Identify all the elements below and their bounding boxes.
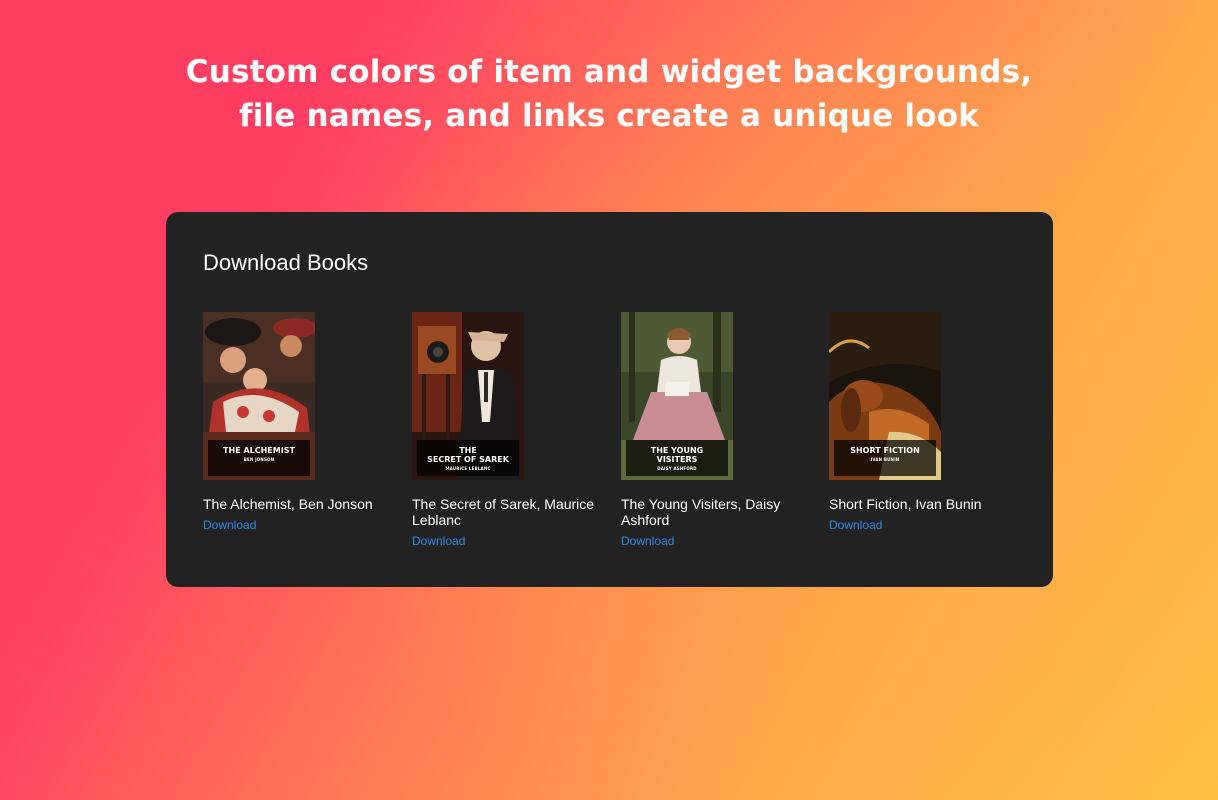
cover-title-band: THE YOUNG VISITERS DAISY ASHFORD (626, 440, 728, 476)
cover-author-text: IVAN BUNIN (870, 457, 900, 462)
cover-author-text: MAURICE LEBLANC (445, 466, 491, 471)
headline-line-2: file names, and links create a unique lo… (238, 98, 980, 134)
cover-author-text: DAISY ASHFORD (657, 466, 697, 471)
book-caption: The Secret of Sarek, Maurice Leblanc (412, 496, 595, 528)
book-caption: Short Fiction, Ivan Bunin (829, 496, 982, 512)
cover-title-text: THE SECRET OF SAREK (427, 446, 509, 464)
cover-title-band: THE ALCHEMIST BEN JONSON (208, 440, 310, 476)
book-cover-image: THE ALCHEMIST BEN JONSON (203, 312, 315, 480)
cover-title-text: THE YOUNG VISITERS (650, 446, 704, 464)
book-item: SHORT FICTION IVAN BUNIN Short Fiction, … (829, 312, 1019, 534)
cover-title-text: SHORT FICTION (850, 446, 920, 455)
page-headline: Custom colors of item and widget backgro… (0, 50, 1218, 138)
book-caption: The Alchemist, Ben Jonson (203, 496, 373, 512)
book-cover-image: SHORT FICTION IVAN BUNIN (829, 312, 941, 480)
cover-title-band: THE SECRET OF SAREK MAURICE LEBLANC (417, 440, 519, 476)
cover-title-text: THE ALCHEMIST (223, 446, 295, 455)
book-cover-image: THE YOUNG VISITERS DAISY ASHFORD (621, 312, 733, 480)
book-caption: The Young Visiters, Daisy Ashford (621, 496, 781, 528)
book-item: THE ALCHEMIST BEN JONSON The Alchemist, … (203, 312, 393, 534)
headline-line-1: Custom colors of item and widget backgro… (185, 54, 1033, 90)
cover-title-band: SHORT FICTION IVAN BUNIN (834, 440, 936, 476)
download-link[interactable]: Download (829, 518, 882, 532)
widget-title: Download Books (203, 250, 369, 275)
download-books-widget: Download Books THE ALCHEMIST BEN JONSON … (166, 212, 1053, 587)
download-link[interactable]: Download (412, 534, 465, 548)
book-item: THE YOUNG VISITERS DAISY ASHFORD The You… (621, 312, 811, 550)
book-cover-image: THE SECRET OF SAREK MAURICE LEBLANC (412, 312, 524, 480)
download-link[interactable]: Download (203, 518, 256, 532)
download-link[interactable]: Download (621, 534, 674, 548)
book-item: THE SECRET OF SAREK MAURICE LEBLANC The … (412, 312, 602, 550)
cover-author-text: BEN JONSON (243, 457, 275, 462)
